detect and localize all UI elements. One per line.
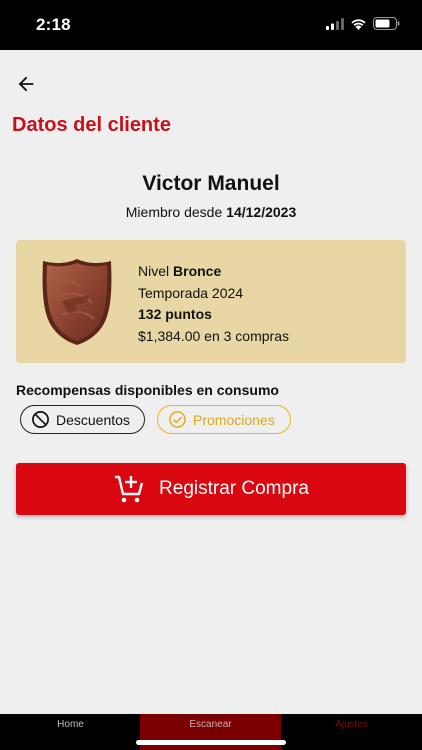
nav-home[interactable]: Home bbox=[0, 714, 141, 750]
status-time: 2:18 bbox=[36, 15, 71, 34]
add-cart-icon bbox=[115, 475, 144, 503]
points-value: 132 puntos bbox=[138, 306, 212, 322]
home-indicator bbox=[136, 740, 286, 745]
level-card: Nivel Bronce Temporada 2024 132 puntos $… bbox=[16, 240, 406, 363]
level-name: Bronce bbox=[173, 263, 222, 279]
purchases: $1,384.00 en 3 compras bbox=[138, 327, 289, 344]
season: Temporada 2024 bbox=[138, 284, 244, 301]
level-label: Nivel bbox=[138, 263, 170, 279]
chip-descuentos-label: Descuentos bbox=[56, 411, 130, 428]
register-purchase-label: Registrar Compra bbox=[159, 478, 309, 499]
back-button[interactable] bbox=[12, 70, 40, 98]
chip-descuentos[interactable]: Descuentos bbox=[20, 405, 145, 434]
level-info: Nivel Bronce Temporada 2024 132 puntos $… bbox=[138, 261, 289, 347]
page-title: Datos del cliente bbox=[12, 114, 171, 136]
member-since: Miembro desde 14/12/2023 bbox=[0, 204, 422, 220]
signal-icon bbox=[326, 17, 344, 30]
status-icons bbox=[326, 17, 400, 30]
level-line: Nivel Bronce bbox=[138, 261, 289, 283]
bronze-shield-icon bbox=[42, 259, 112, 345]
customer-name: Victor Manuel bbox=[142, 172, 280, 195]
battery-icon bbox=[373, 17, 400, 30]
arrow-left-icon bbox=[18, 76, 34, 92]
nav-settings[interactable]: Ajustes bbox=[281, 714, 422, 750]
member-since-date: 14/12/2023 bbox=[226, 204, 297, 220]
rewards-title: Recompensas disponibles en consumo bbox=[16, 382, 279, 398]
chip-promociones-label: Promociones bbox=[193, 411, 275, 428]
member-since-label: Miembro desde bbox=[125, 204, 223, 220]
wifi-icon bbox=[351, 18, 366, 30]
block-icon bbox=[32, 411, 49, 428]
check-circle-icon bbox=[169, 411, 186, 428]
chip-promociones[interactable]: Promociones bbox=[157, 405, 291, 434]
register-purchase-button[interactable]: Registrar Compra bbox=[16, 463, 406, 515]
points: 132 puntos bbox=[138, 304, 289, 326]
status-bar: 2:18 bbox=[0, 0, 422, 50]
